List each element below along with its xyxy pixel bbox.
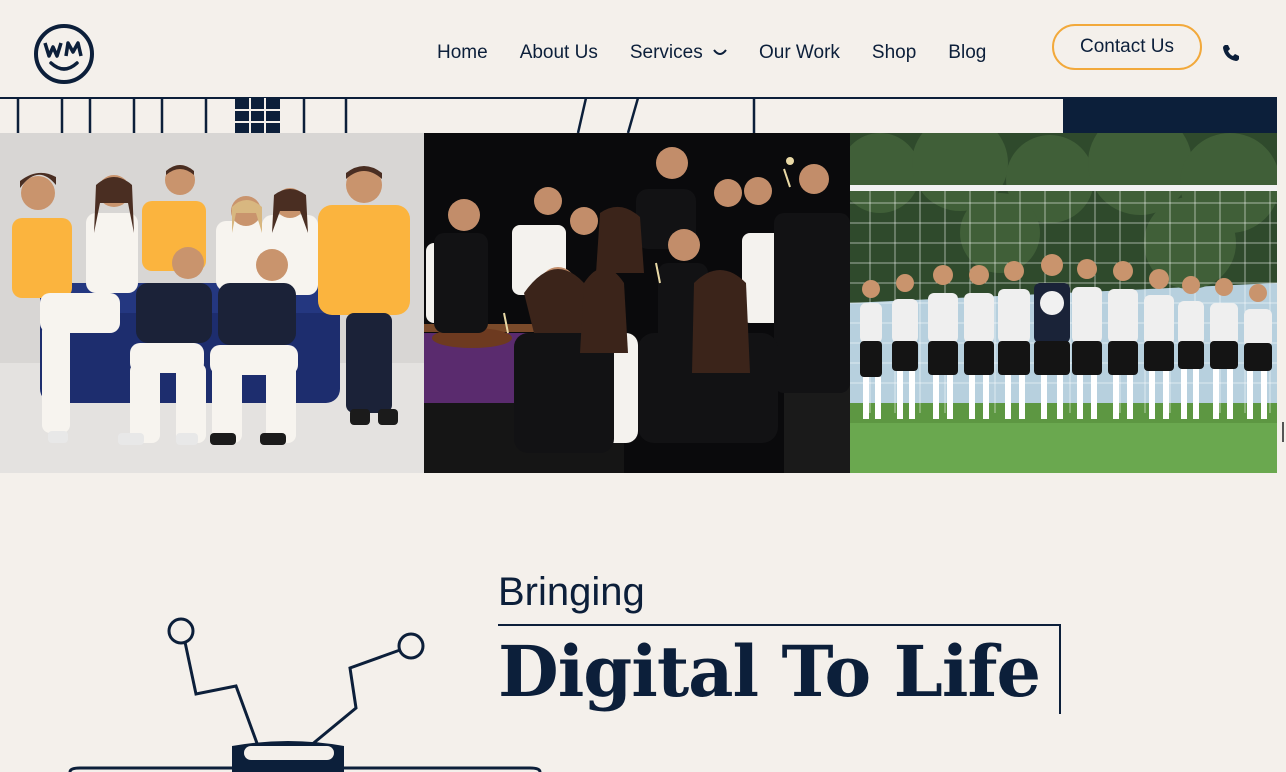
robot-illustration xyxy=(68,617,542,772)
hero-kicker: Bringing xyxy=(498,570,645,614)
nav-home[interactable]: Home xyxy=(437,42,488,64)
hero-headline: Digital To Life xyxy=(498,630,1041,713)
phone-icon[interactable] xyxy=(1221,43,1241,63)
main-nav: Home About Us Services Our Work Shop Blo… xyxy=(437,42,986,64)
contact-us-button[interactable]: Contact Us xyxy=(1052,24,1202,70)
site-header: Home About Us Services Our Work Shop Blo… xyxy=(0,0,1277,99)
nav-services[interactable]: Services xyxy=(630,42,727,64)
team-casual-photo xyxy=(0,133,424,473)
nav-services-label: Services xyxy=(629,42,703,63)
scrollbar-thumb[interactable] xyxy=(1282,422,1284,442)
nav-blog[interactable]: Blog xyxy=(948,42,986,64)
nav-our-work[interactable]: Our Work xyxy=(759,42,840,64)
nav-about-us[interactable]: About Us xyxy=(520,42,598,64)
wm-logo[interactable] xyxy=(33,23,95,85)
decorative-strip xyxy=(16,98,1277,133)
team-soccer-photo xyxy=(850,133,1277,473)
chevron-down-icon xyxy=(713,49,727,55)
hero-divider-vertical xyxy=(1059,624,1061,714)
team-casino-photo xyxy=(424,133,850,473)
hero-divider-horizontal xyxy=(498,624,1061,626)
nav-shop[interactable]: Shop xyxy=(872,42,916,64)
